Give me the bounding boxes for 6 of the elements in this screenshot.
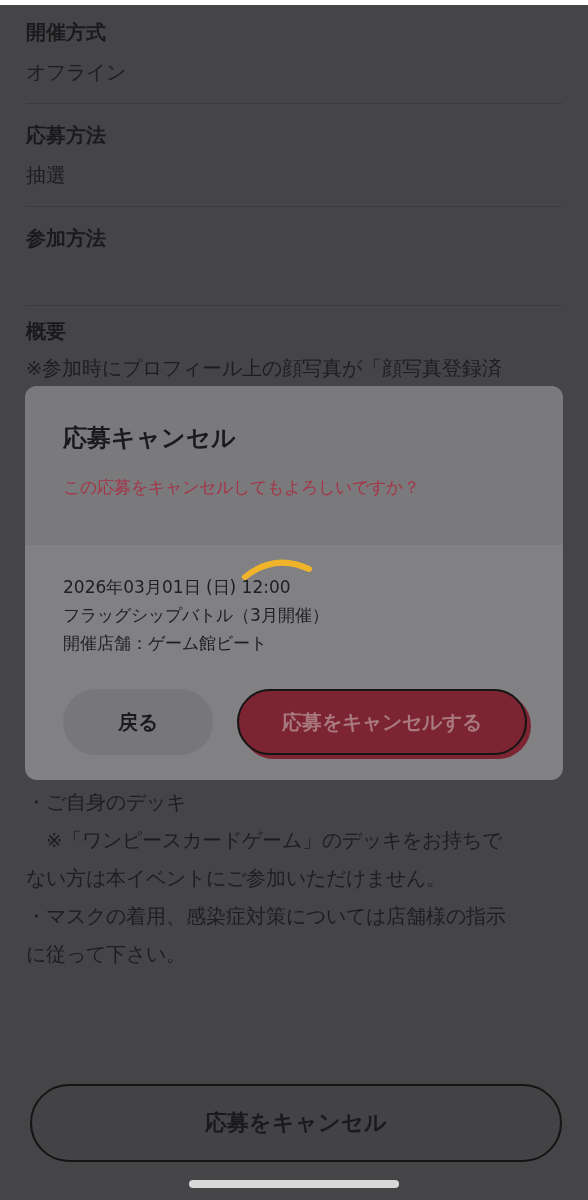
event-detail: 2026年03月01日 (日) 12:00 (63, 576, 292, 599)
back-button[interactable]: 戻る (63, 689, 213, 755)
dialog-message: この応募をキャンセルしてもよろしいですか？ (63, 476, 421, 499)
event-detail: 開催店舗：ゲーム館ビート (63, 632, 268, 655)
event-detail: フラッグシップバトル（3月開催） (63, 604, 330, 627)
dialog-title: 応募キャンセル (63, 423, 237, 454)
